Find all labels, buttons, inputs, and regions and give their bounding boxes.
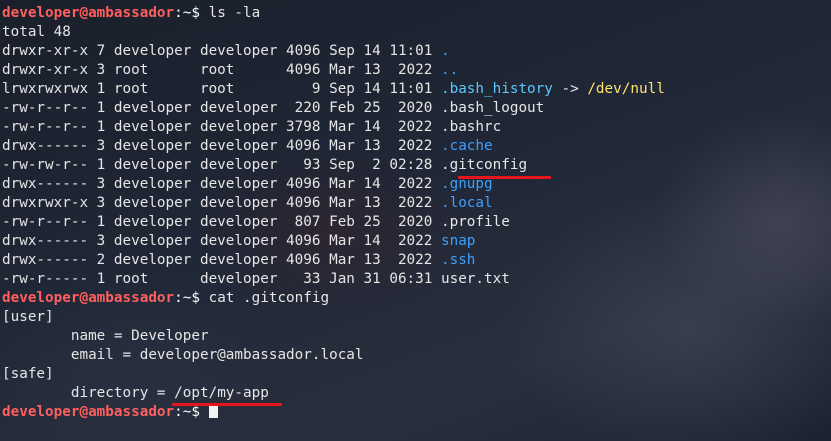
ls-row: drwx------ 3 developer developer 4096 Ma… xyxy=(2,137,493,156)
prompt-path: :~$ xyxy=(174,290,209,306)
ls-row-meta: drwx------ 3 developer developer 4096 Ma… xyxy=(2,176,441,192)
ls-row-filename: .ssh xyxy=(440,252,476,268)
ls-row-filename: .local xyxy=(440,195,493,211)
ls-row-meta: -rw-rw-r-- 1 developer developer 93 Sep … xyxy=(2,157,441,173)
gitconfig-email-line: email = developer@ambassador.local xyxy=(2,347,364,363)
ls-row-filename: user.txt xyxy=(440,271,510,287)
prompt-line-ls: developer@ambassador:~$ ls -la xyxy=(2,4,260,23)
ls-row: drwxr-xr-x 7 developer developer 4096 Se… xyxy=(2,42,450,61)
ls-row-meta: drwx------ 3 developer developer 4096 Ma… xyxy=(2,138,441,154)
ls-total: total 48 xyxy=(2,24,71,40)
gitconfig-directory-line: directory = /opt/my-app xyxy=(2,384,269,403)
ls-row-filename: .gitconfig xyxy=(440,157,528,173)
prompt-path: :~$ xyxy=(174,404,209,420)
ls-row: -rw-r--r-- 1 developer developer 807 Feb… xyxy=(2,213,510,232)
ls-row-filename: .bash_history xyxy=(440,81,553,97)
ls-row: -rw-rw-r-- 1 developer developer 93 Sep … xyxy=(2,156,527,175)
command-text: cat .gitconfig xyxy=(208,290,330,306)
ls-row-filename: .cache xyxy=(440,138,493,154)
ls-row-meta: drwx------ 3 developer developer 4096 Ma… xyxy=(2,233,441,249)
gitconfig-highlight-underline xyxy=(458,176,551,179)
ls-row-meta: -rw-r--r-- 1 developer developer 807 Feb… xyxy=(2,214,441,230)
ls-row: drwxr-xr-x 3 root root 4096 Mar 13 2022 … xyxy=(2,61,458,80)
directory-highlight-underline xyxy=(172,403,282,406)
ls-row-meta: drwxr-xr-x 7 developer developer 4096 Se… xyxy=(2,43,441,59)
ls-row-filename: .profile xyxy=(440,214,510,230)
prompt-user-host: developer@ambassador xyxy=(2,5,175,21)
ls-row-meta: drwxr-xr-x 3 root root 4096 Mar 13 2022 xyxy=(2,62,441,78)
gitconfig-safe-header: [safe] xyxy=(2,366,54,382)
ls-row-meta: drwx------ 2 developer developer 4096 Ma… xyxy=(2,252,441,268)
gitconfig-user-header: [user] xyxy=(2,309,54,325)
ls-row-meta: -rw-r--r-- 1 developer developer 220 Feb… xyxy=(2,100,441,116)
ls-row-meta: drwxrwxr-x 3 developer developer 4096 Ma… xyxy=(2,195,441,211)
directory-key: directory = xyxy=(2,385,175,401)
ls-row-filename: . xyxy=(440,43,450,59)
ls-row: drwx------ 3 developer developer 4096 Ma… xyxy=(2,175,493,194)
prompt-line-cat: developer@ambassador:~$ cat .gitconfig xyxy=(2,289,329,308)
ls-row: drwxrwxr-x 3 developer developer 4096 Ma… xyxy=(2,194,493,213)
prompt-user-host: developer@ambassador xyxy=(2,404,175,420)
ls-row: -rw-r--r-- 1 developer developer 3798 Ma… xyxy=(2,118,501,137)
directory-value: /opt/my-app xyxy=(174,385,269,401)
ls-row: drwx------ 3 developer developer 4096 Ma… xyxy=(2,232,475,251)
gitconfig-name-line: name = Developer xyxy=(2,328,209,344)
ls-row: drwx------ 2 developer developer 4096 Ma… xyxy=(2,251,475,270)
terminal-window[interactable]: developer@ambassador:~$ ls -la total 48 … xyxy=(0,0,831,441)
symlink-target: /dev/null xyxy=(587,81,665,97)
ls-row-filename: .bashrc xyxy=(440,119,502,135)
symlink-arrow: -> xyxy=(552,81,588,97)
prompt-user-host: developer@ambassador xyxy=(2,290,175,306)
prompt-path: :~$ xyxy=(174,5,209,21)
ls-row-filename: snap xyxy=(440,233,476,249)
ls-row: -rw-r--r-- 1 developer developer 220 Feb… xyxy=(2,99,544,118)
ls-row-filename: .. xyxy=(440,62,459,78)
ls-row-meta: lrwxrwxrwx 1 root root 9 Sep 14 11:01 xyxy=(2,81,441,97)
command-text: ls -la xyxy=(208,5,261,21)
ls-row: -rw-r----- 1 root developer 33 Jan 31 06… xyxy=(2,270,510,289)
ls-row-meta: -rw-r----- 1 root developer 33 Jan 31 06… xyxy=(2,271,441,287)
ls-row-meta: -rw-r--r-- 1 developer developer 3798 Ma… xyxy=(2,119,441,135)
ls-row-filename: .bash_logout xyxy=(440,100,545,116)
ls-row: lrwxrwxrwx 1 root root 9 Sep 14 11:01 .b… xyxy=(2,80,665,99)
